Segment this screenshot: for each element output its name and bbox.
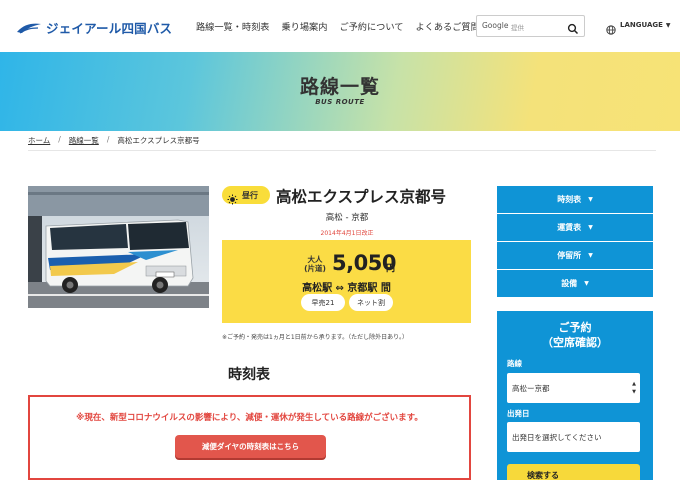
- timetable-heading: 時刻表: [228, 367, 270, 383]
- breadcrumb-routes[interactable]: 路線一覧: [69, 135, 99, 146]
- reservation-note: ※ご予約・発売は1ヵ月と1日前から承ります。（ただし除外日あり。）: [222, 334, 408, 341]
- hero-banner: 路線一覧 BUS ROUTE: [0, 52, 680, 131]
- route-field-label: 路線: [507, 359, 522, 368]
- sidebar-item-label: 設備: [561, 279, 578, 288]
- nav-reservation[interactable]: ご予約について: [339, 19, 403, 33]
- fare-box: 大人 (片道) 5,050 円 高松駅 ⇔ 京都駅 間 早売21 ネット割: [222, 240, 471, 323]
- logo-text: ジェイアール四国バス: [46, 21, 173, 36]
- date-field-label: 出発日: [507, 409, 530, 418]
- sidebar-menu: 時刻表 ▼ 運賃表 ▼ 停留所 ▼ 設備 ▼: [497, 186, 653, 298]
- fare-unit: 円: [386, 264, 396, 274]
- tag-net-discount: ネット割: [349, 294, 393, 311]
- route-select-value: 高松ー京都: [512, 384, 550, 393]
- sidebar-item-fares[interactable]: 運賃表 ▼: [497, 214, 653, 241]
- arrow-right-icon: [593, 475, 623, 479]
- route-name: 高松エクスプレス京都号: [276, 188, 447, 206]
- fare-label-adult: 大人: [307, 255, 323, 264]
- breadcrumb-separator: /: [106, 135, 110, 144]
- search-input[interactable]: Google 提供: [476, 15, 585, 37]
- breadcrumb: ホーム / 路線一覧 / 高松エクスプレス京都号: [28, 135, 200, 146]
- search-placeholder: 提供: [511, 24, 524, 32]
- search-label: Google: [482, 21, 509, 30]
- page-subtitle: BUS ROUTE: [315, 98, 365, 106]
- sidebar-item-label: 運賃表: [557, 223, 582, 232]
- route-endpoints: 高松 - 京都: [325, 213, 369, 223]
- chevron-down-icon: ▼: [584, 280, 589, 287]
- badge-label: 昼行: [242, 190, 258, 200]
- alert-text: ※現在、新型コロナウイルスの影響により、減便・運休が発生している路線がございます…: [76, 413, 423, 423]
- date-placeholder: 出発日を選択してください: [512, 433, 602, 442]
- select-arrows-icon: ▲ ▼: [632, 381, 636, 395]
- nav-faq[interactable]: よくあるご質問: [415, 19, 479, 33]
- search-availability-button[interactable]: 検索する: [507, 464, 640, 480]
- sidebar-item-label: 停留所: [557, 251, 582, 260]
- page-title: 路線一覧: [299, 76, 380, 98]
- sidebar-item-equipment[interactable]: 設備 ▼: [497, 270, 653, 297]
- revision-date: 2014年4月1日改正: [320, 230, 374, 237]
- nav-stops[interactable]: 乗り場案内: [282, 19, 328, 33]
- globe-icon: [606, 20, 616, 35]
- daytime-badge: 昼行: [222, 186, 270, 204]
- chevron-down-icon: ▼: [588, 252, 593, 259]
- site-header: ジェイアール四国バス 路線一覧・時刻表 乗り場案内 ご予約について よくあるご質…: [0, 0, 680, 52]
- chevron-down-icon: ▼: [588, 196, 593, 203]
- sidebar-item-stops[interactable]: 停留所 ▼: [497, 242, 653, 269]
- route-select[interactable]: 高松ー京都 ▲ ▼: [507, 373, 640, 403]
- fare-route: 高松駅 ⇔ 京都駅 間: [302, 283, 391, 294]
- divider: [28, 150, 656, 151]
- bus-photo: [28, 186, 209, 308]
- reduced-timetable-button[interactable]: 減便ダイヤの時刻表はこちら: [175, 435, 326, 458]
- logo-mark-icon: [16, 22, 42, 34]
- reservation-title-sub: （空席確認）: [542, 336, 608, 349]
- breadcrumb-current: 高松エクスプレス京都号: [117, 136, 200, 145]
- tag-early-21: 早売21: [301, 294, 345, 311]
- discount-tags: 早売21 ネット割: [301, 294, 397, 311]
- covid-alert: ※現在、新型コロナウイルスの影響により、減便・運休が発生している路線がございます…: [28, 395, 471, 480]
- reservation-title: ご予約 （空席確認）: [497, 320, 653, 350]
- global-nav: 路線一覧・時刻表 乗り場案内 ご予約について よくあるご質問: [196, 19, 492, 33]
- sidebar-item-timetable[interactable]: 時刻表 ▼: [497, 186, 653, 213]
- breadcrumb-separator: /: [58, 135, 61, 144]
- reservation-title-main: ご予約: [558, 321, 592, 334]
- breadcrumb-home[interactable]: ホーム: [28, 135, 50, 146]
- fare-label-oneway: (片道): [304, 264, 326, 273]
- caret-down-icon: ▼: [665, 21, 671, 29]
- language-label: LANGUAGE: [620, 21, 663, 29]
- search-button-label: 検索する: [527, 470, 559, 480]
- departure-date-field[interactable]: 出発日を選択してください: [507, 422, 640, 452]
- sun-icon: [227, 190, 238, 204]
- site-logo[interactable]: ジェイアール四国バス: [16, 18, 172, 37]
- sidebar-item-label: 時刻表: [557, 195, 582, 204]
- chevron-down-icon: ▼: [588, 224, 593, 231]
- reservation-panel: ご予約 （空席確認） 路線 高松ー京都 ▲ ▼ 出発日 出発日を選択してください …: [497, 311, 653, 480]
- nav-routes[interactable]: 路線一覧・時刻表: [196, 19, 270, 33]
- language-selector[interactable]: LANGUAGE ▼: [606, 20, 671, 35]
- search-icon[interactable]: [567, 20, 579, 35]
- fare-label: 大人 (片道): [301, 255, 329, 273]
